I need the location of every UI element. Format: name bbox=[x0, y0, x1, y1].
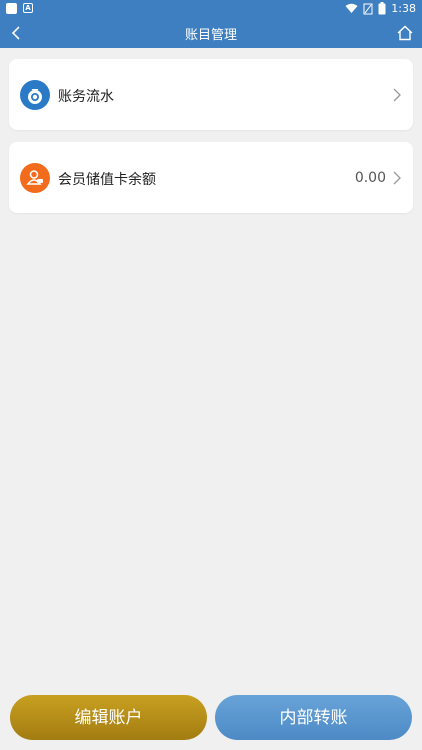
member-balance-value: 0.00 bbox=[354, 170, 386, 186]
page-title: 账目管理 bbox=[184, 28, 237, 43]
member-balance-card[interactable]: 会员储值卡余额 0.00 bbox=[9, 142, 413, 213]
account-flow-label: 账务流水 bbox=[58, 89, 114, 105]
chevron-right-icon bbox=[393, 88, 401, 102]
member-balance-label: 会员储值卡余额 bbox=[58, 172, 156, 188]
clock: 1:38 bbox=[391, 2, 416, 15]
status-bar: A 1:38 bbox=[0, 0, 422, 18]
nav-bar: 账目管理 bbox=[0, 18, 422, 48]
internal-transfer-button[interactable]: 内部转账 bbox=[215, 695, 412, 740]
account-flow-card[interactable]: 账务流水 bbox=[9, 59, 413, 130]
battery-icon bbox=[378, 2, 386, 15]
no-signal-icon bbox=[363, 3, 373, 14]
a-badge-icon: A bbox=[23, 3, 33, 13]
edit-account-button[interactable]: 编辑账户 bbox=[10, 695, 207, 740]
member-icon bbox=[20, 163, 50, 193]
chevron-right-icon bbox=[393, 171, 401, 185]
status-right-icons: 1:38 bbox=[345, 2, 416, 15]
home-button[interactable] bbox=[394, 22, 416, 44]
wifi-icon bbox=[345, 3, 358, 13]
money-bag-icon bbox=[20, 80, 50, 110]
status-left-icons: A bbox=[6, 3, 33, 14]
app-icon bbox=[6, 3, 17, 14]
